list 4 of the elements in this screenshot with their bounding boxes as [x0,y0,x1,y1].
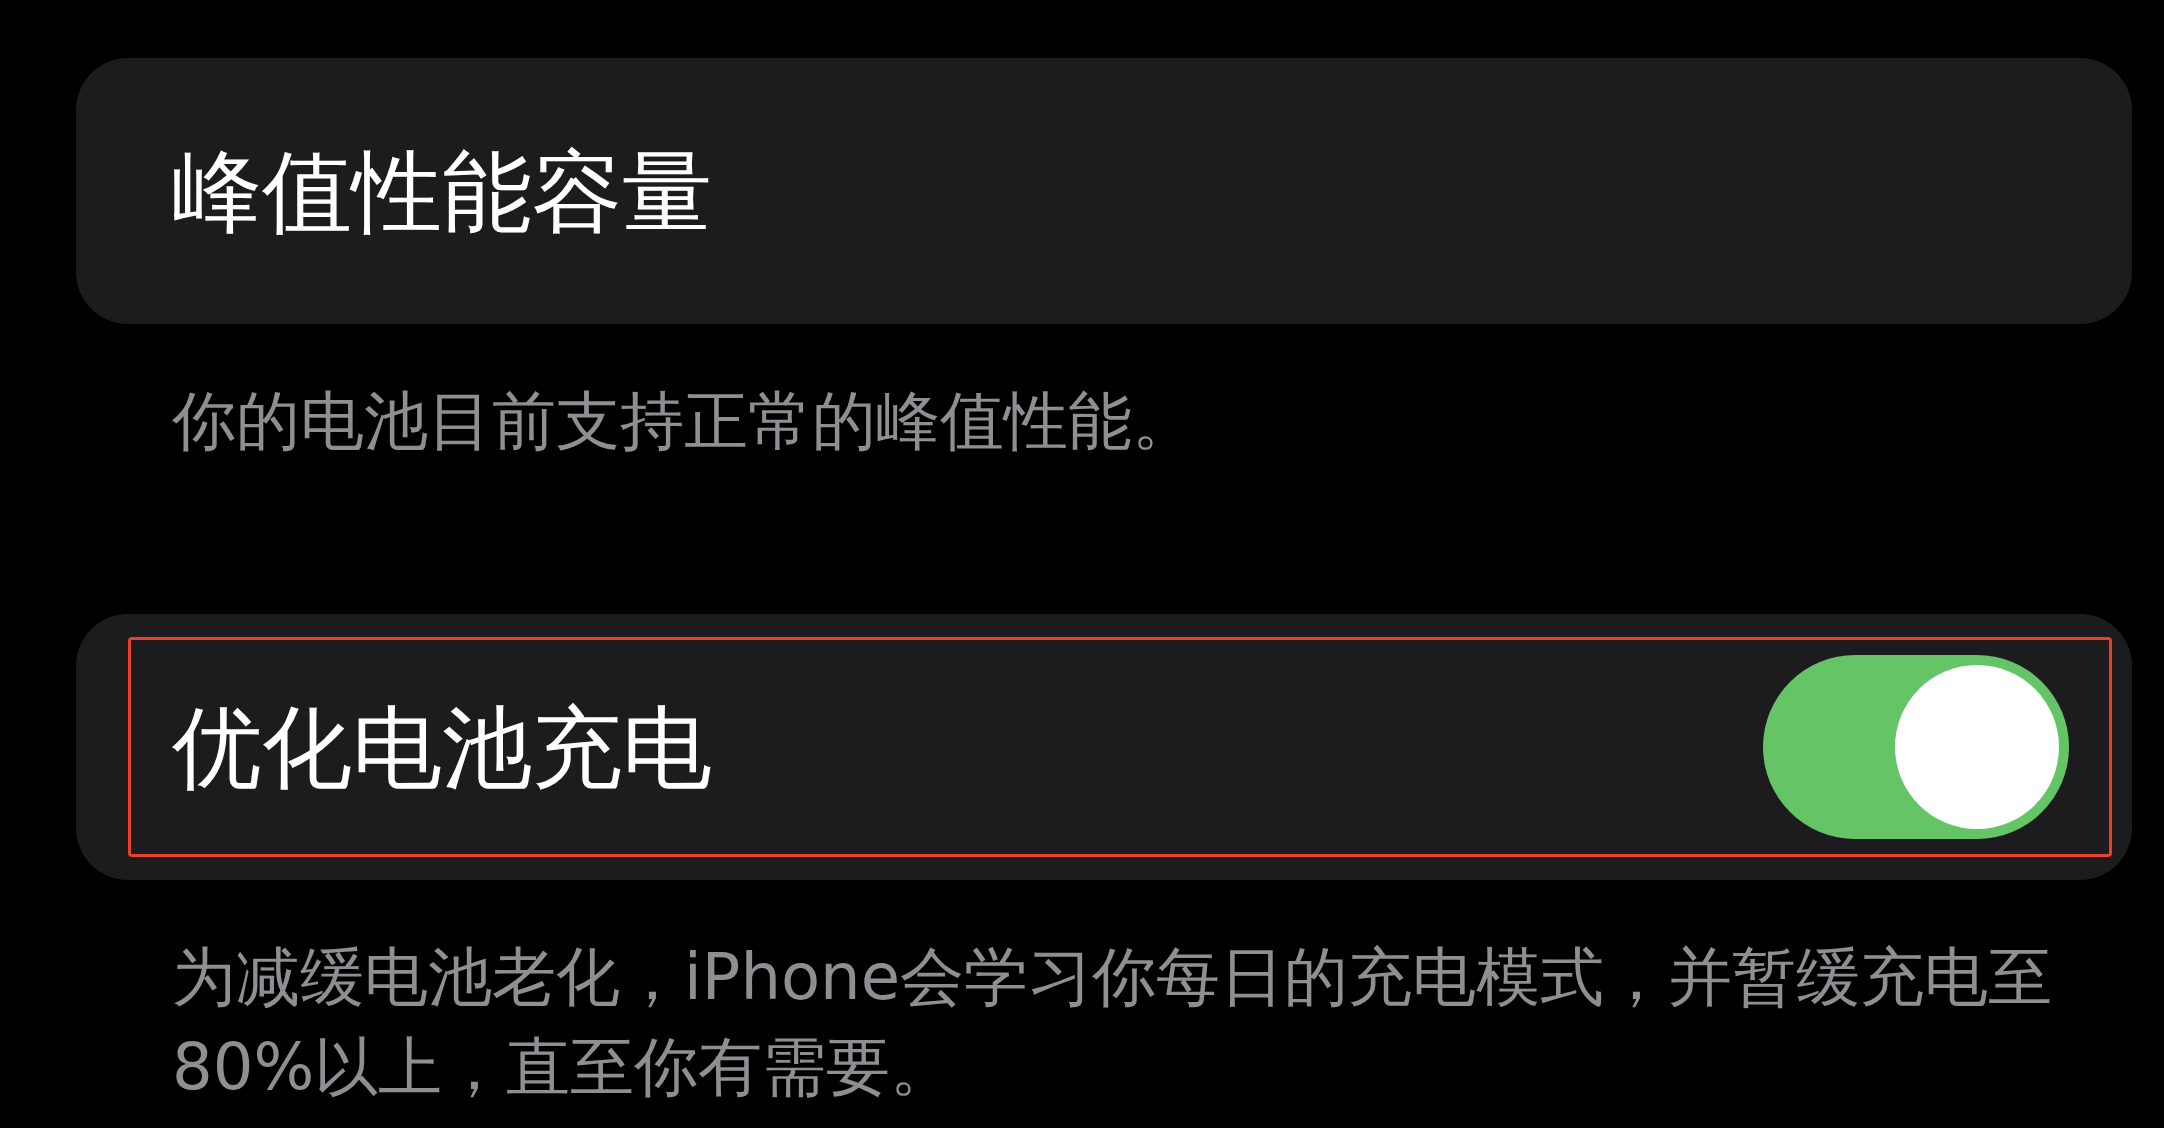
footer-text: 为减缓电池老化，iPhone会学习你每日的充电模式，并暂缓充电至80%以上，直至你有需要。 [171,939,2054,1106]
section-title: 峰值性能容量 [172,141,712,241]
footer-text: 你的电池目前支持正常的峰值性能。 [171,383,1197,460]
setting-label: 优化电池充电 [172,697,712,797]
